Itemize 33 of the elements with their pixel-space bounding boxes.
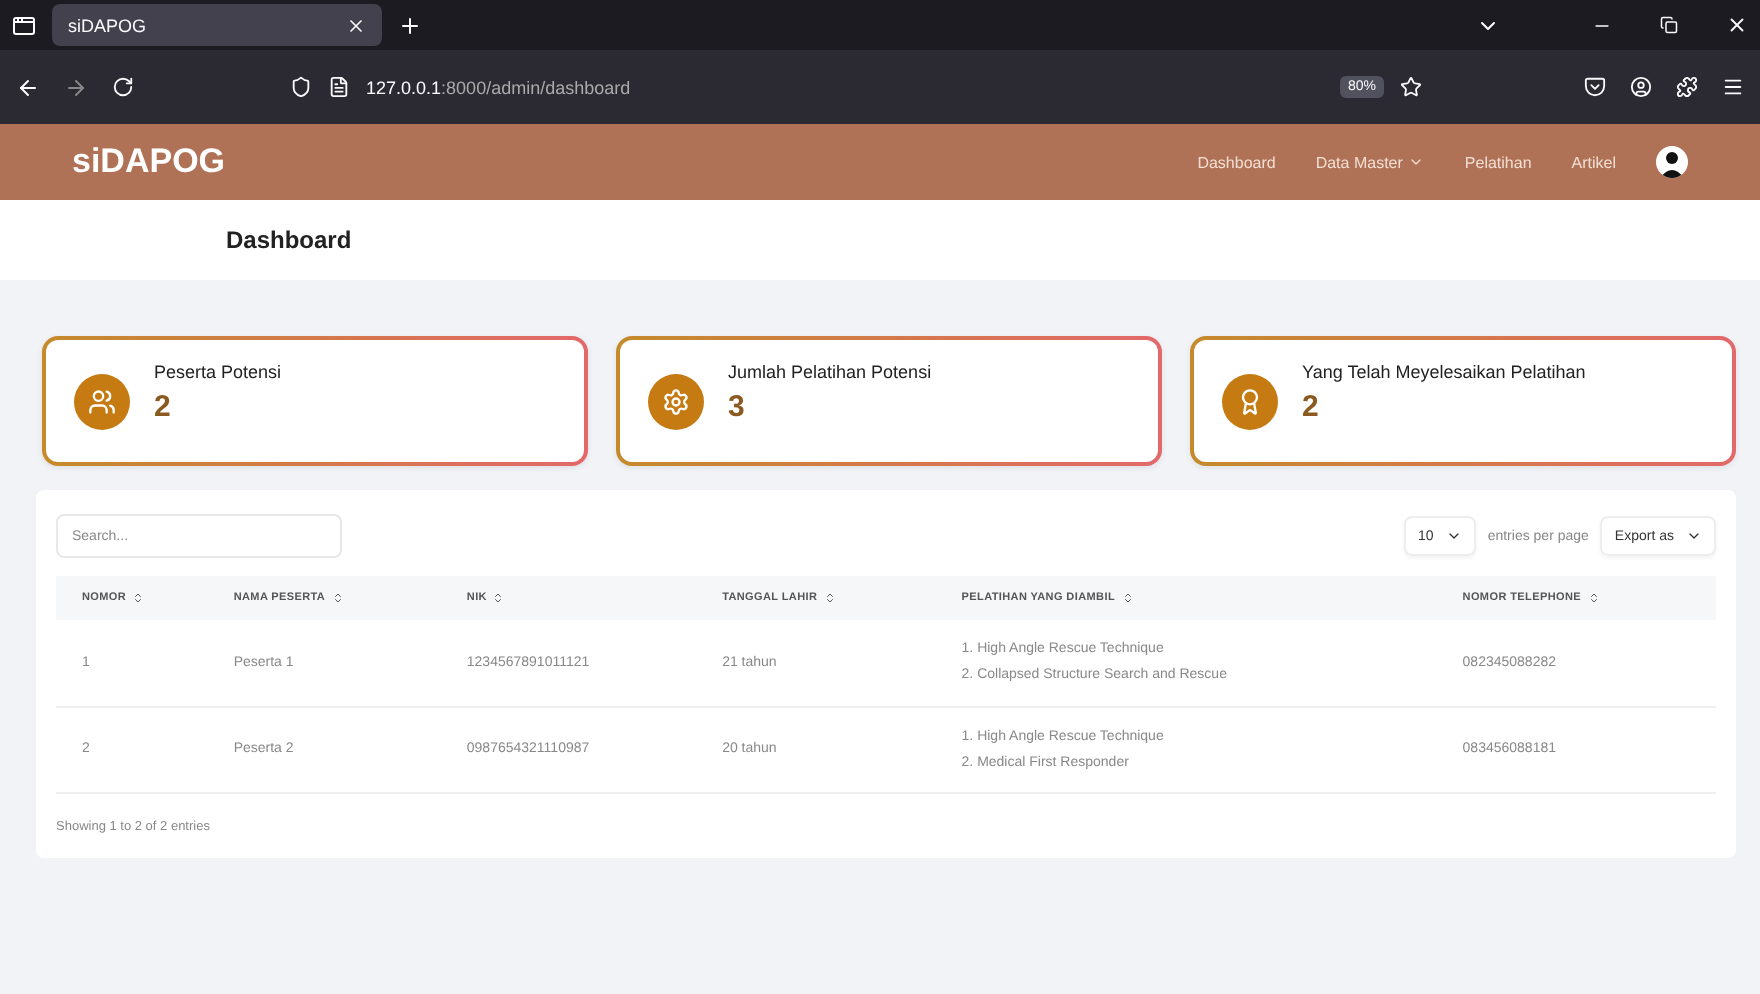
stat-label: Jumlah Pelatihan Potensi — [728, 362, 932, 382]
reload-icon[interactable] — [112, 76, 134, 98]
page-icon — [328, 76, 350, 98]
award-icon — [1236, 387, 1264, 415]
stat-label: Peserta Potensi — [154, 362, 282, 382]
caret-icon — [1408, 154, 1425, 170]
chevron-down-icon — [1445, 528, 1462, 544]
forward-icon[interactable] — [64, 75, 88, 99]
back-icon[interactable] — [16, 75, 40, 99]
tab-list-icon[interactable] — [12, 13, 36, 37]
restore-icon[interactable] — [1660, 16, 1678, 34]
url-text: 127.0.0.1:8000/admin/dashboard — [366, 77, 631, 97]
tab-title: siDAPOG — [68, 15, 147, 35]
page-title: Dashboard — [226, 226, 352, 254]
star-icon[interactable] — [1400, 76, 1422, 98]
stat-value: 2 — [154, 390, 173, 424]
new-tab-icon[interactable] — [398, 13, 422, 37]
pocket-icon[interactable] — [1584, 76, 1606, 98]
stat-value: 3 — [728, 390, 747, 424]
people-icon — [88, 387, 116, 415]
avatar-icon[interactable] — [1656, 146, 1688, 178]
account-icon[interactable] — [1630, 76, 1652, 98]
shield-icon — [290, 76, 312, 98]
close-icon[interactable] — [346, 15, 366, 35]
stat-value: 2 — [1302, 390, 1321, 424]
close-icon[interactable] — [1726, 14, 1748, 36]
stat-label: Yang Telah Meyelesaikan Pelatihan — [1302, 362, 1586, 382]
gear-icon — [662, 387, 690, 415]
menu-icon[interactable] — [1722, 76, 1744, 98]
brand-logo[interactable]: siDAPOG — [72, 142, 226, 182]
extensions-icon[interactable] — [1676, 76, 1698, 98]
chevron-down-icon — [1686, 528, 1702, 544]
browser-tab[interactable]: siDAPOG — [52, 4, 382, 46]
